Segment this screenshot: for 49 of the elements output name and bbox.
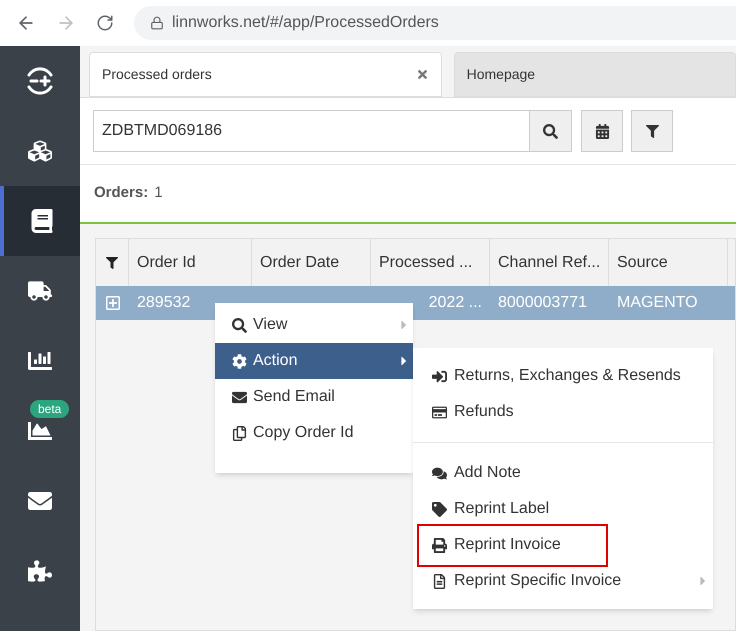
copy-icon — [232, 426, 247, 440]
comments-icon — [432, 466, 447, 480]
search-button[interactable] — [530, 110, 572, 152]
address-bar[interactable]: linnworks.net/#/app/ProcessedOrders — [134, 6, 736, 40]
area-chart-icon — [28, 419, 52, 443]
sidebar-item[interactable] — [0, 186, 80, 256]
envelope-icon — [232, 390, 247, 404]
book-icon — [30, 209, 54, 233]
close-icon[interactable] — [416, 68, 429, 81]
envelope-icon — [28, 489, 52, 513]
menu-item[interactable]: Refunds — [413, 394, 713, 430]
search-field[interactable]: ZDBTMD069186 — [93, 110, 530, 152]
truck-icon — [28, 279, 52, 303]
menu-item[interactable]: Add Note — [413, 455, 713, 491]
menu-item[interactable]: Reprint Label — [413, 491, 713, 527]
bar-chart-icon — [28, 349, 52, 373]
tag-icon — [432, 502, 447, 516]
menu-item[interactable]: Returns, Exchanges & Resends — [413, 358, 713, 394]
search-icon — [232, 318, 247, 332]
table-cell-text: MAGENTO — [617, 293, 698, 313]
puzzle-icon — [28, 559, 52, 583]
printer-icon — [432, 538, 447, 552]
calendar-button[interactable] — [581, 110, 623, 152]
gear-icon — [232, 354, 247, 368]
reload-icon[interactable] — [96, 14, 114, 32]
menu-item[interactable]: Copy Order Id — [215, 415, 413, 451]
filter-icon[interactable] — [106, 256, 118, 268]
menu-item[interactable]: Reprint Specific Invoice — [413, 563, 713, 599]
menu-item[interactable]: Reprint Invoice — [413, 527, 713, 563]
table-cell-text: 8000003771 — [498, 293, 587, 313]
menu-item[interactable]: Action — [215, 343, 413, 379]
search-icon — [543, 124, 558, 138]
lock-icon — [150, 16, 164, 30]
calendar-icon — [594, 124, 610, 138]
sign-in-icon — [432, 368, 447, 384]
tab[interactable]: Homepage — [454, 52, 736, 97]
orders-label: Orders: — [94, 183, 148, 204]
beta-badge: beta — [30, 400, 70, 418]
table-cell-text: 289532 — [137, 293, 190, 313]
tab[interactable]: Processed orders — [89, 52, 442, 97]
cubes-icon — [28, 139, 52, 163]
filter-icon — [646, 124, 658, 138]
document-icon — [432, 574, 447, 588]
orders-count: 1 — [154, 183, 163, 204]
filter-button[interactable] — [631, 110, 673, 152]
url-text: linnworks.net/#/app/ProcessedOrders — [172, 13, 439, 33]
table-cell-text: 2022 ... — [428, 293, 482, 313]
menu-item[interactable]: Send Email — [215, 379, 413, 415]
credit-card-icon — [432, 404, 447, 420]
